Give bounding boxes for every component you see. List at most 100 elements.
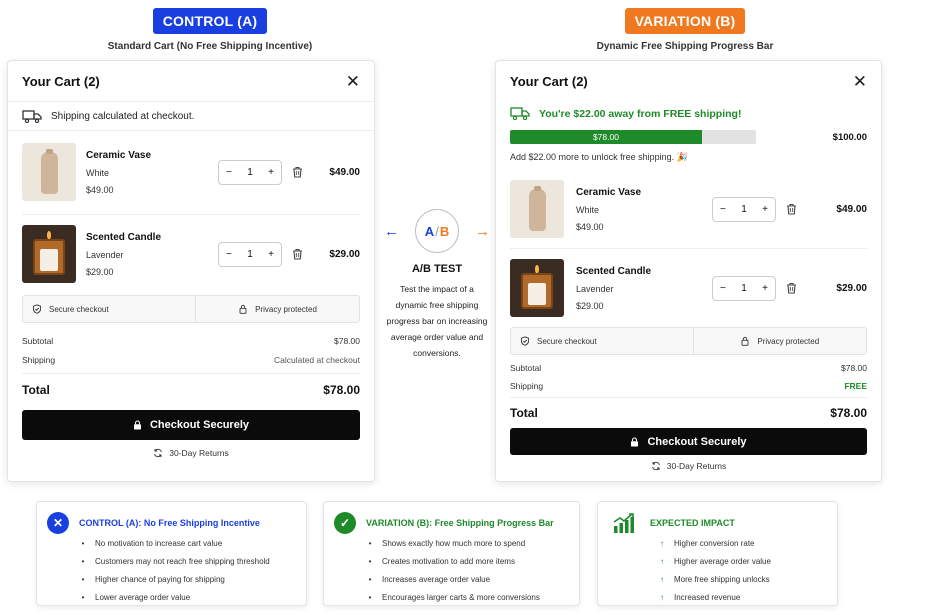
quantity-value: 1 [247,248,253,260]
shield-icon [32,304,42,314]
bullet-icon: • [368,592,372,602]
card-points: • No motivation to increase cart value • C… [79,534,296,606]
lock-icon [133,420,141,430]
point-text: Lower average order value [95,592,191,602]
list-item: • Shows exactly how much more to spend [366,534,569,552]
close-icon[interactable]: ✕ [346,73,360,90]
x-icon: ✕ [47,512,69,534]
progress-bar: $78.00 [510,130,756,144]
quantity-stepper[interactable]: − 1 + [712,196,776,222]
checkout-button[interactable]: Checkout Securely [22,410,360,440]
lock-icon [631,436,639,446]
card-points: ↑ Higher conversion rate ↑ Higher average … [658,534,823,606]
lock-icon [239,304,247,314]
total-value: $78.00 [830,406,867,420]
control-header: CONTROL (A) Standard Cart (No Free Shipp… [60,8,360,52]
item-line-price: $29.00 [329,248,360,260]
subtotal-row: Subtotal $78.00 [8,336,374,346]
increase-button[interactable]: + [762,204,768,215]
secure-checkout-badge: Secure checkout [23,296,196,322]
list-item: • Higher chance of paying for shipping [79,570,296,588]
shipping-row: Shipping Calculated at checkout [8,355,374,365]
list-item: ↑ Higher average order value [658,552,823,570]
variation-header: VARIATION (B) Dynamic Free Shipping Prog… [535,8,835,52]
expected-impact-card: EXPECTED IMPACT ↑ Higher conversion rate … [597,501,838,606]
divider [22,373,360,374]
quantity-stepper[interactable]: − 1 + [218,159,282,185]
shipping-note: Shipping calculated at checkout. [8,102,374,130]
trash-icon[interactable] [786,203,797,215]
bullet-icon: • [368,574,372,584]
list-item: • Customers may not reach free shipping t… [79,552,296,570]
decrease-button[interactable]: − [226,249,232,260]
trash-icon[interactable] [786,282,797,294]
item-name: Ceramic Vase [576,186,642,198]
point-text: Higher chance of paying for shipping [95,574,225,584]
arrow-up-icon: ↑ [660,574,664,584]
list-item: • Encourages larger carts & more conversi… [366,588,569,606]
divider [8,130,374,131]
ab-letter-b: B [439,223,450,239]
quantity-value: 1 [247,166,253,178]
cart-header: Your Cart (2) ✕ [8,61,374,101]
control-badge: CONTROL (A) [152,8,268,34]
refresh-icon [651,461,660,471]
card-points: • Shows exactly how much more to spend • C… [366,534,569,606]
returns-label: 30-Day Returns [169,448,229,458]
refresh-icon [154,448,163,458]
arrow-left-icon: ← [384,222,399,240]
item-line-price: $49.00 [329,166,360,178]
checkout-button[interactable]: Checkout Securely [510,428,867,455]
scented-candle-image [22,225,76,283]
bullet-icon: • [368,538,372,548]
subtotal-value: $78.00 [841,363,867,373]
item-unit-price: $49.00 [86,184,114,195]
privacy-protected-badge: Privacy protected [196,296,359,322]
returns-note: 30-Day Returns [496,461,881,471]
close-icon[interactable]: ✕ [853,73,867,90]
quantity-stepper[interactable]: − 1 + [712,275,776,301]
increase-button[interactable]: + [268,167,274,178]
item-variant: Lavender [576,283,614,294]
total-row: Total $78.00 [496,406,881,420]
list-item: ↑ Higher conversion rate [658,534,823,552]
decrease-button[interactable]: − [720,204,726,215]
point-text: Encourages larger carts & more conversio… [382,592,540,602]
arrow-up-icon: ↑ [660,556,664,566]
trash-icon[interactable] [292,248,303,260]
ab-test-explainer: ← A / B → A/B TEST Test the impact of a … [384,209,490,361]
progress-fill: $78.00 [510,130,702,144]
divider [510,248,867,249]
total-label: Total [510,406,538,420]
increase-button[interactable]: + [268,249,274,260]
item-unit-price: $29.00 [86,266,114,277]
lock-icon [741,336,749,346]
quantity-stepper[interactable]: − 1 + [218,241,282,267]
decrease-button[interactable]: − [226,167,232,178]
shipping-note-text: Shipping calculated at checkout. [51,110,195,122]
trash-icon[interactable] [292,166,303,178]
item-name: Scented Candle [576,265,652,277]
cart-header: Your Cart (2) ✕ [496,61,881,101]
point-text: Creates motivation to add more items [382,556,515,566]
progress-target: $100.00 [832,131,867,143]
free-shipping-text: You're $22.00 away from FREE shipping! [539,107,742,120]
shield-icon [520,336,530,346]
subtotal-value: $78.00 [334,336,360,346]
decrease-button[interactable]: − [720,283,726,294]
increase-button[interactable]: + [762,283,768,294]
secure-checkout-label: Secure checkout [537,336,597,346]
ab-slash: / [435,223,439,239]
arrow-up-icon: ↑ [660,538,664,548]
divider [22,214,360,215]
total-value: $78.00 [323,383,360,397]
item-name: Scented Candle [86,231,162,243]
item-variant: White [86,167,110,178]
list-item: ↑ Increased revenue [658,588,823,606]
quantity-value: 1 [741,203,747,215]
total-row: Total $78.00 [8,383,374,397]
bullet-icon: • [81,592,85,602]
checkout-label: Checkout Securely [647,435,747,448]
bullet-icon: • [81,574,85,584]
ab-letter-a: A [424,223,435,239]
